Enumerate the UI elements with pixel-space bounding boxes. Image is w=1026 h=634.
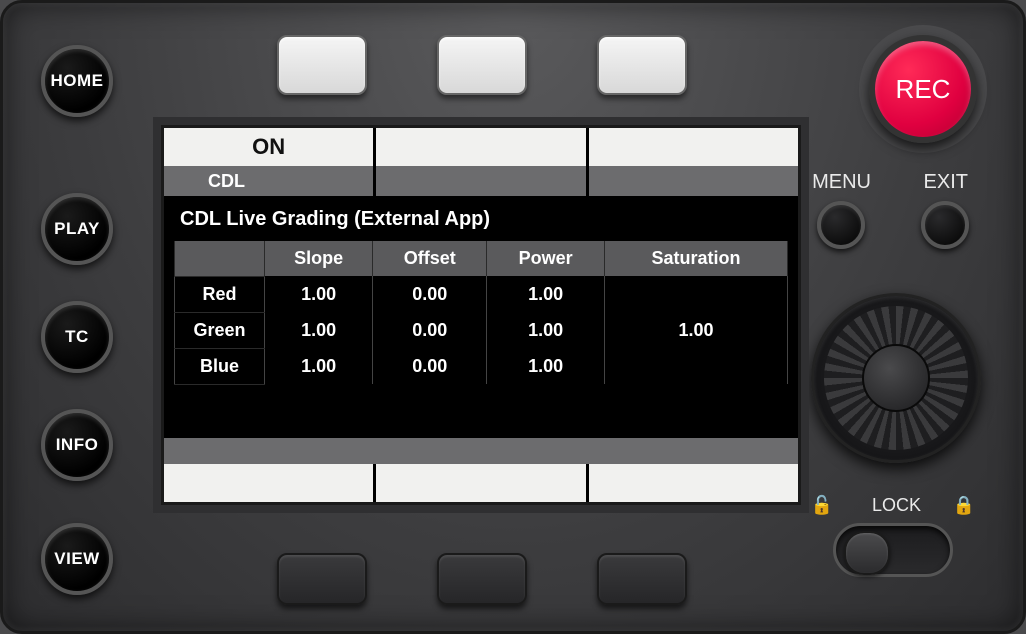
screen-tab-empty-1 — [376, 166, 585, 196]
view-button[interactable]: VIEW — [41, 523, 113, 595]
bottom-softkey-2[interactable] — [437, 553, 527, 605]
view-label: VIEW — [54, 549, 99, 569]
blue-slope: 1.00 — [265, 348, 373, 384]
info-button[interactable]: INFO — [41, 409, 113, 481]
red-slope: 1.00 — [265, 276, 373, 312]
screen-bottom-soft-3[interactable] — [589, 464, 798, 502]
screen-title: CDL Live Grading (External App) — [164, 196, 798, 241]
col-slope: Slope — [265, 241, 373, 276]
menu-label: MENU — [812, 171, 871, 194]
row-green-label: Green — [175, 312, 265, 348]
bottom-softkey-1[interactable] — [277, 553, 367, 605]
cdl-table: Slope Offset Power Saturation Red 1.00 0… — [174, 241, 788, 385]
screen-top-softrow: ON — [164, 128, 798, 166]
record-label: REC — [896, 74, 951, 105]
record-button[interactable]: REC — [869, 35, 977, 143]
menu-button[interactable] — [817, 201, 865, 249]
jog-dial[interactable] — [811, 293, 981, 463]
lock-label: LOCK — [872, 495, 921, 516]
screen-bottom-softrow — [164, 464, 798, 502]
red-offset: 0.00 — [373, 276, 487, 312]
green-slope: 1.00 — [265, 312, 373, 348]
screen-top-soft-3[interactable] — [589, 128, 798, 166]
info-label: INFO — [56, 435, 99, 455]
row-blue-label: Blue — [175, 348, 265, 384]
col-offset: Offset — [373, 241, 487, 276]
screen-spacer — [164, 385, 798, 439]
lock-open-icon: 🔓 — [811, 495, 833, 516]
home-button[interactable]: HOME — [41, 45, 113, 117]
green-power: 1.00 — [487, 312, 605, 348]
screen-bottom-soft-1[interactable] — [164, 464, 373, 502]
table-row-red: Red 1.00 0.00 1.00 1.00 — [175, 276, 788, 312]
blue-power: 1.00 — [487, 348, 605, 384]
blue-offset: 0.00 — [373, 348, 487, 384]
play-label: PLAY — [54, 219, 100, 239]
home-label: HOME — [51, 71, 104, 91]
screen-bottom-greybar — [164, 438, 798, 464]
tc-label: TC — [65, 327, 89, 347]
top-softkey-3[interactable] — [597, 35, 687, 95]
top-softkey-2[interactable] — [437, 35, 527, 95]
col-saturation: Saturation — [604, 241, 787, 276]
top-softkey-1[interactable] — [277, 35, 367, 95]
lock-closed-icon: 🔒 — [953, 495, 975, 516]
red-power: 1.00 — [487, 276, 605, 312]
screen-tab-cdl[interactable]: CDL — [164, 166, 373, 196]
screen-bottom-soft-2[interactable] — [376, 464, 585, 502]
screen-top-soft-2[interactable] — [376, 128, 585, 166]
lock-slider[interactable] — [833, 523, 953, 577]
saturation-value: 1.00 — [604, 276, 787, 384]
bottom-softkey-3[interactable] — [597, 553, 687, 605]
screen-top-soft-1[interactable]: ON — [164, 128, 373, 166]
exit-button[interactable] — [921, 201, 969, 249]
tc-button[interactable]: TC — [41, 301, 113, 373]
screen-tab-empty-2 — [589, 166, 798, 196]
screen-tab-row: CDL — [164, 166, 798, 196]
device-body: HOME PLAY TC INFO VIEW REC MENU EXIT 🔓 L… — [0, 0, 1026, 634]
lcd-screen: ON CDL CDL Live Grading (External App) S… — [161, 125, 801, 505]
row-red-label: Red — [175, 276, 265, 312]
col-blank — [175, 241, 265, 276]
col-power: Power — [487, 241, 605, 276]
play-button[interactable]: PLAY — [41, 193, 113, 265]
exit-label: EXIT — [924, 171, 968, 194]
green-offset: 0.00 — [373, 312, 487, 348]
